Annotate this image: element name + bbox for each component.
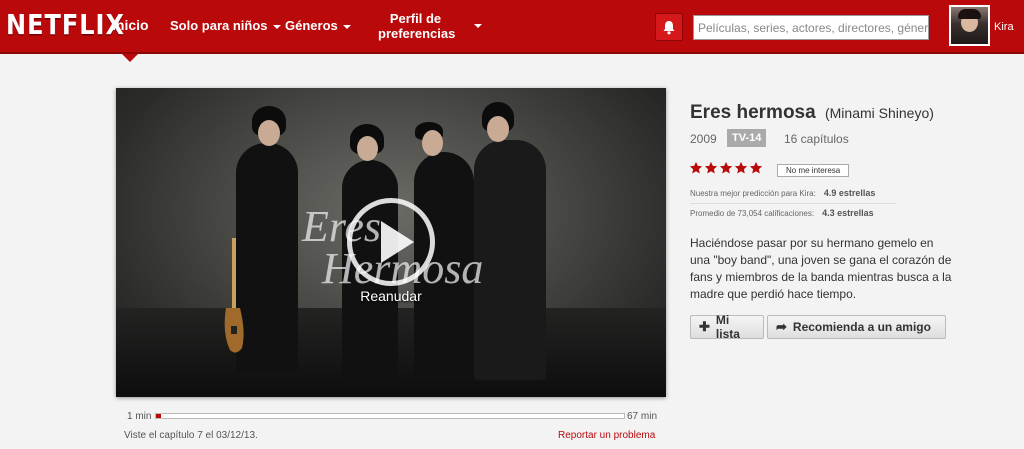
share-arrow-icon: ➦ — [776, 319, 787, 334]
nav-kids-label: Solo para niños — [170, 18, 268, 33]
recommend-button[interactable]: ➦ Recomienda a un amigo — [767, 315, 946, 339]
progress-end-label: 67 min — [627, 411, 658, 422]
active-nav-indicator — [122, 54, 138, 62]
nav-home[interactable]: Inicio — [112, 17, 149, 33]
bell-icon — [663, 20, 675, 34]
play-icon — [381, 221, 414, 263]
nav-taste-profile[interactable]: Perfil de preferencias — [378, 11, 456, 41]
avatar-image — [951, 7, 988, 44]
average-rating: Promedio de 73,054 calificaciones: 4.3 es… — [690, 208, 896, 218]
show-title-main: Eres hermosa — [690, 102, 816, 123]
show-alt-title: (Minami Shineyo) — [824, 105, 934, 121]
progress-fill — [156, 414, 161, 418]
chevron-down-icon — [272, 24, 281, 29]
netflix-logo[interactable]: NETFLIX — [6, 9, 125, 41]
band-member-face — [422, 130, 443, 156]
band-member-face — [487, 116, 509, 142]
star-icon[interactable] — [734, 161, 748, 175]
report-problem-link[interactable]: Reportar un problema — [558, 430, 655, 441]
my-list-label: Mi lista — [715, 313, 740, 341]
star-icon[interactable] — [719, 161, 733, 175]
video-player[interactable]: Eres Hermosa Reanudar — [116, 88, 666, 397]
nav-profile-line2: preferencias — [378, 26, 456, 41]
nav-profile-line1: Perfil de — [389, 11, 442, 26]
predicted-rating-value: 4.9 estrellas — [823, 188, 876, 198]
synopsis: Haciéndose pasar por su hermano gemelo e… — [690, 236, 952, 301]
maturity-rating-badge: TV-14 — [727, 129, 767, 147]
band-member-face — [258, 120, 280, 146]
predicted-rating-label: Nuestra mejor predicción para Kira: — [690, 189, 816, 198]
average-rating-value: 4.3 estrellas — [822, 208, 874, 218]
band-member-4 — [474, 140, 546, 380]
search-input[interactable]: Películas, series, actores, directores, … — [693, 15, 929, 40]
release-year: 2009 — [690, 132, 717, 146]
watched-status: Viste el capítulo 7 el 03/12/13. — [124, 430, 258, 441]
user-name[interactable]: Kira — [994, 21, 1014, 33]
episode-count: 16 capítulos — [784, 132, 849, 146]
top-nav-bar: NETFLIX Inicio Solo para niños Géneros P… — [0, 0, 1024, 54]
predicted-rating: Nuestra mejor predicción para Kira: 4.9 e… — [690, 188, 896, 204]
star-icon[interactable] — [749, 161, 763, 175]
progress-bar[interactable] — [155, 413, 625, 419]
resume-label[interactable]: Reanudar — [116, 288, 666, 304]
chevron-down-icon — [342, 24, 351, 29]
not-interested-button[interactable]: No me interesa — [777, 164, 850, 177]
play-button[interactable] — [347, 198, 435, 286]
show-title: Eres hermosa (Minami Shineyo) — [690, 102, 934, 124]
nav-genres-label: Géneros — [285, 18, 338, 33]
recommend-label: Recomienda a un amigo — [792, 320, 931, 334]
notifications-button[interactable] — [655, 13, 683, 41]
plus-icon: ✚ — [699, 319, 710, 334]
band-member-face — [357, 136, 378, 161]
chevron-down-icon[interactable] — [474, 24, 482, 28]
average-rating-label: Promedio de 73,054 calificaciones: — [690, 209, 815, 218]
nav-kids[interactable]: Solo para niños — [170, 18, 281, 33]
my-list-button[interactable]: ✚ Mi lista — [690, 313, 764, 341]
progress-start-label: 1 min — [127, 411, 152, 422]
nav-genres[interactable]: Géneros — [285, 18, 351, 33]
star-icon[interactable] — [704, 161, 718, 175]
star-rating[interactable] — [689, 161, 763, 175]
avatar[interactable] — [949, 5, 990, 46]
star-icon[interactable] — [689, 161, 703, 175]
